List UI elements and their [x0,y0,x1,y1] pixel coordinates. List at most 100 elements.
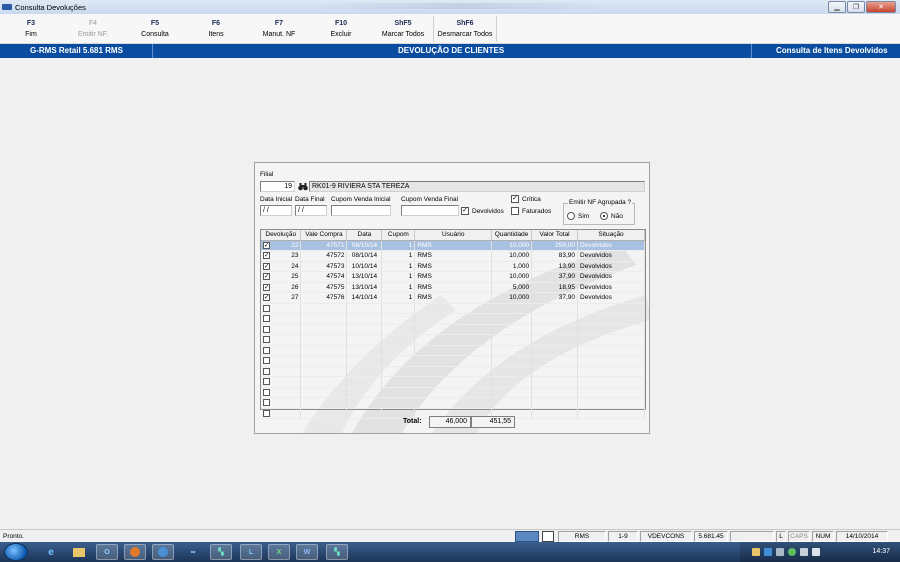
cupom-final-field[interactable] [401,205,459,216]
excel-icon[interactable]: X [268,544,290,560]
empty-row[interactable] [261,334,645,346]
empty-cell [261,366,302,377]
col-vale-compra[interactable]: Vale Compra [300,230,348,241]
chrome-icon[interactable] [152,544,174,560]
empty-cell [381,408,416,419]
row-checkbox[interactable]: ✓ [263,273,270,281]
emitir-nf-button[interactable]: F4 Emitir NF. [64,16,122,42]
emitir-nf-key: F4 [88,20,98,27]
row-checkbox[interactable]: ✓ [263,262,270,270]
row-checkbox[interactable] [263,409,270,417]
display-tray-icon[interactable] [800,548,808,556]
excluir-button[interactable]: F10 Excluir [316,16,366,42]
row-checkbox[interactable]: ✓ [263,283,270,291]
table-row[interactable]: ✓ 22 47571 08/10/14 1 RMS 10,000 259,00 Devolvid… [261,240,645,251]
row-checkbox[interactable]: ✓ [263,252,270,260]
empty-row[interactable] [261,366,645,377]
col-devolucao[interactable]: Devolução [261,230,302,241]
volume-tray-icon[interactable] [812,548,820,556]
rms-app-icon-2[interactable]: ▚ [326,544,348,560]
table-row[interactable]: ✓ 26 47575 13/10/14 1 RMS 5,000 18,95 Devolvidos [261,282,645,293]
network-tray-icon[interactable] [788,548,796,556]
row-checkbox[interactable]: ✓ [263,241,270,249]
table-row[interactable]: ✓ 24 47573 10/10/14 1 RMS 1,000 13,90 Devolvidos [261,261,645,272]
row-checkbox[interactable]: ✓ [263,294,270,302]
col-quantidade[interactable]: Quantidade [491,230,533,241]
col-cupom[interactable]: Cupom [381,230,416,241]
row-checkbox[interactable] [263,367,270,375]
fim-button[interactable]: F3 Fim [6,16,56,42]
row-checkbox[interactable] [263,388,270,396]
col-usuario[interactable]: Usuário [414,230,493,241]
filial-code-field[interactable]: 19 [260,181,295,192]
row-checkbox[interactable] [263,315,270,323]
outlook-tray-icon[interactable] [764,548,772,556]
cupom-inicial-field[interactable] [331,205,391,216]
ie-icon[interactable]: e [40,544,62,560]
data-final-field[interactable]: / / [295,205,327,216]
cell-data: 10/10/14 [346,261,383,272]
empty-row[interactable] [261,303,645,314]
empty-cell [414,324,493,335]
row-checkbox[interactable] [263,336,270,344]
col-data[interactable]: Data [346,230,383,241]
row-checkbox[interactable] [263,304,270,312]
empty-cell [531,313,579,325]
empty-cell [577,313,645,325]
data-inicial-field[interactable]: / / [260,205,292,216]
empty-row[interactable] [261,387,645,398]
status-text: Pronto. [3,533,24,540]
close-button[interactable]: ✕ [866,1,896,13]
row-checkbox[interactable] [263,378,270,386]
cell-situacao: Devolvidos [577,261,645,272]
link-icon[interactable]: ∞ [182,544,204,560]
explorer-icon[interactable] [68,544,90,560]
col-valor-total[interactable]: Valor Total [531,230,579,241]
clock[interactable]: 14:37 [872,548,890,555]
itens-button[interactable]: F6 Itens [191,16,241,42]
empty-cell [531,408,579,419]
critica-checkbox[interactable]: ✓ [511,195,519,203]
manut-nf-key: F7 [274,20,284,27]
maximize-button[interactable]: ❐ [847,1,865,13]
row-checkbox[interactable] [263,357,270,365]
desmarcar-todos-button[interactable]: ShF6 Desmarcar Todos [435,16,495,42]
rms-app-icon[interactable]: ▚ [210,544,232,560]
binoculars-icon[interactable] [298,182,308,191]
consulta-label: Consulta [141,31,169,38]
row-checkbox[interactable] [263,346,270,354]
lync-icon[interactable]: L [240,544,262,560]
word-icon[interactable]: W [296,544,318,560]
devolvidos-checkbox[interactable]: ✓ [461,207,469,215]
empty-row[interactable] [261,355,645,367]
empty-row[interactable] [261,345,645,356]
empty-row[interactable] [261,397,645,409]
cell-qtd: 1,000 [491,261,533,272]
minimize-button[interactable]: ▁ [828,1,846,13]
empty-cell [300,408,348,419]
nao-radio[interactable] [600,212,608,220]
table-row[interactable]: ✓ 23 47572 08/10/14 1 RMS 10,000 83,90 Devolvido… [261,250,645,262]
table-row[interactable]: ✓ 25 47574 13/10/14 1 RMS 10,000 37,90 Devolvido… [261,271,645,283]
folder-tray-icon[interactable] [752,548,760,556]
flag-tray-icon[interactable] [776,548,784,556]
row-checkbox[interactable] [263,399,270,407]
row-checkbox[interactable] [263,325,270,333]
cell-valor: 83,90 [531,250,579,262]
col-situacao[interactable]: Situação [577,230,645,241]
empty-row[interactable] [261,324,645,335]
empty-row[interactable] [261,313,645,325]
outlook-icon[interactable]: O [96,544,118,560]
manut-nf-button[interactable]: F7 Manut. NF [248,16,310,42]
cell-valor: 18,95 [531,282,579,293]
empty-row[interactable] [261,376,645,388]
consulta-button[interactable]: F5 Consulta [130,16,180,42]
window-title: Consulta Devoluções [15,2,86,12]
faturados-checkbox[interactable] [511,207,519,215]
table-row[interactable]: ✓ 27 47576 14/10/14 1 RMS 10,000 37,90 Devolvido… [261,292,645,304]
marcar-todos-button[interactable]: ShF5 Marcar Todos [374,16,432,42]
start-button[interactable] [4,543,28,561]
sim-radio[interactable] [567,212,575,220]
cell-data: 13/10/14 [346,282,383,293]
firefox-icon[interactable] [124,544,146,560]
